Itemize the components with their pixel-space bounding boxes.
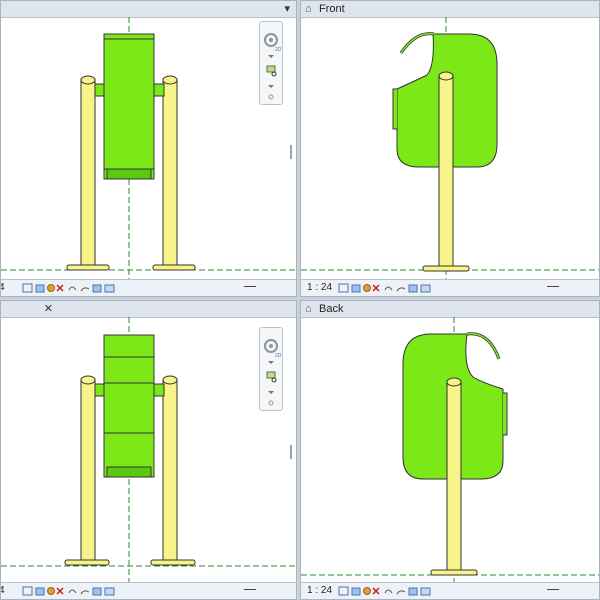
view-tab-label: Back [319, 303, 344, 315]
view-control-icons[interactable] [337, 585, 437, 599]
close-icon[interactable]: ✕ [44, 302, 53, 315]
house-icon: ⌂ [305, 303, 312, 315]
view-scale[interactable]: 4 [1, 282, 5, 293]
steering-wheel-icon [264, 339, 278, 353]
vertical-scrollbar[interactable] [290, 145, 292, 159]
navigation-bar[interactable]: 2D [259, 327, 283, 411]
scrollbar-indicator [547, 589, 559, 590]
svg-text:2D: 2D [275, 353, 282, 359]
vertical-scrollbar[interactable] [290, 445, 292, 459]
view-control-bar: 1 : 24 [301, 582, 599, 599]
view-scale[interactable]: 1 : 24 [307, 585, 332, 596]
view-tab-label: Front [319, 3, 345, 15]
drawing-canvas-front[interactable] [301, 17, 599, 282]
view-control-bar: 4 [1, 279, 296, 296]
view-control-icons[interactable] [21, 585, 121, 599]
view-pane-back[interactable]: ⌂ Back 1 : 24 [300, 300, 600, 600]
drawing-canvas-top-left[interactable]: 2D [1, 17, 296, 282]
house-icon: ⌂ [305, 3, 312, 15]
view-control-bar: 1 : 24 [301, 279, 599, 296]
drawing-canvas-bottom-left[interactable]: 2D [1, 317, 296, 585]
svg-text:2D: 2D [275, 47, 282, 53]
view-tab-top-left[interactable]: t ▾ [1, 1, 296, 18]
zoom-icon [266, 65, 277, 77]
view-tab-front[interactable]: ⌂ Front [301, 1, 599, 18]
scrollbar-indicator [244, 286, 256, 287]
steering-wheel-icon [264, 33, 278, 47]
scrollbar-indicator [547, 286, 559, 287]
view-tab-bottom-left[interactable]: ✕ [1, 301, 296, 318]
dropdown-icon[interactable]: ▾ [284, 2, 290, 15]
view-scale[interactable]: 4 [1, 585, 5, 596]
drawing-canvas-back[interactable] [301, 317, 599, 585]
view-control-icons[interactable] [337, 282, 437, 296]
view-pane-front[interactable]: ⌂ Front 1 : 24 [300, 0, 600, 297]
view-control-icons[interactable] [21, 282, 121, 296]
view-pane-top-left[interactable]: t ▾ [0, 0, 297, 297]
view-pane-bottom-left[interactable]: ✕ 2D [0, 300, 297, 600]
view-scale[interactable]: 1 : 24 [307, 282, 332, 293]
view-control-bar: 4 [1, 582, 296, 599]
zoom-icon [266, 371, 277, 383]
scrollbar-indicator [244, 589, 256, 590]
navigation-bar[interactable]: 2D [259, 21, 283, 105]
view-tab-back[interactable]: ⌂ Back [301, 301, 599, 318]
